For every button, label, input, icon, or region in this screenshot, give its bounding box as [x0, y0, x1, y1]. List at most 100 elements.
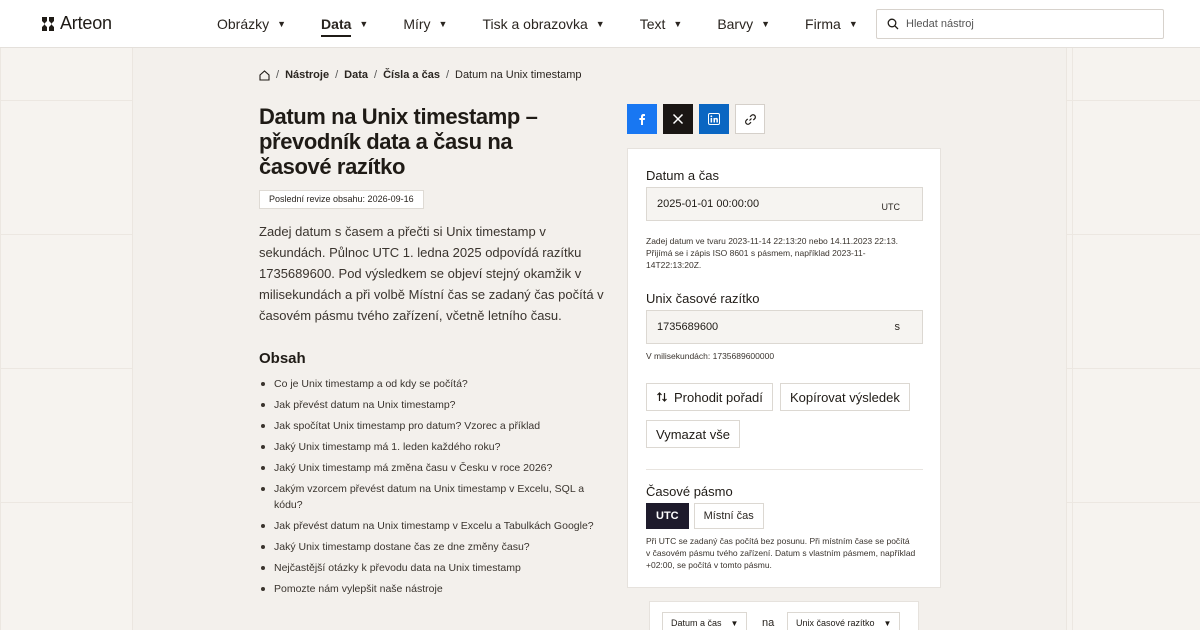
nav-label: Data [321, 16, 352, 37]
breadcrumb-link-nastroje[interactable]: Nástroje [285, 69, 329, 81]
conversion-selector: Datum a čas ▼ na Unix časové razítko ▼ [649, 601, 919, 630]
top-navigation-bar: Arteon Obrázky ▼ Data ▼ Míry ▼ Tisk a obraz… [0, 0, 1200, 48]
from-unit-dropdown[interactable]: Datum a čas ▼ [662, 612, 748, 630]
timezone-label: Časové pásmo [646, 484, 733, 499]
toc-link[interactable]: Jakým vzorcem převést datum na Unix time… [274, 483, 584, 511]
breadcrumb-separator: / [335, 69, 339, 81]
clear-all-button[interactable]: Vymazat vše [646, 420, 740, 448]
nav-item-firma[interactable]: Firma ▼ [805, 0, 858, 48]
caret-down-icon: ▼ [848, 19, 858, 29]
swap-arrows-icon [657, 392, 667, 402]
copy-link-button[interactable] [735, 104, 765, 134]
search-input[interactable] [906, 18, 1146, 30]
timezone-toggle: UTC Místní čas [646, 503, 764, 529]
caret-down-icon: ▼ [883, 618, 892, 628]
revision-badge: Poslední revize obsahu: 2026-09-16 [259, 190, 424, 209]
timestamp-unit: s [894, 321, 901, 333]
datetime-unit: UTC [881, 202, 901, 212]
toc-link[interactable]: Jaký Unix timestamp má 1. leden každého … [274, 441, 500, 453]
timezone-hint: Při UTC se zadaný čas počítá bez posunu.… [646, 536, 916, 570]
divider [646, 469, 923, 470]
share-facebook-button[interactable] [627, 104, 657, 134]
breadcrumb-link-data[interactable]: Data [344, 69, 368, 81]
timezone-local-option[interactable]: Místní čas [693, 503, 764, 529]
caret-down-icon: ▼ [438, 19, 448, 29]
breadcrumb-link-cisla-a-cas[interactable]: Čísla a čas [383, 69, 440, 81]
toc-link[interactable]: Co je Unix timestamp a od kdy se počítá? [274, 378, 468, 390]
to-unit-label: Unix časové razítko [796, 618, 875, 628]
toc-link[interactable]: Jak převést datum na Unix timestamp v Ex… [274, 520, 594, 532]
timestamp-label: Unix časové razítko [646, 291, 760, 306]
share-x-button[interactable] [663, 104, 693, 134]
timestamp-input[interactable] [657, 321, 857, 333]
toc-item: Pomozte nám vylepšit naše nástroje [259, 581, 604, 597]
breadcrumb-separator: / [276, 69, 280, 81]
toc-link[interactable]: Nejčastější otázky k převodu data na Uni… [274, 562, 521, 574]
toc-item: Co je Unix timestamp a od kdy se počítá? [259, 376, 604, 392]
logo-mark-icon [42, 16, 54, 31]
from-unit-label: Datum a čas [671, 618, 722, 628]
nav-label: Firma [805, 16, 841, 32]
nav-item-barvy[interactable]: Barvy ▼ [717, 0, 770, 48]
copy-result-label: Kopírovat výsledek [790, 389, 900, 405]
nav-label: Text [639, 16, 666, 32]
toc-item: Jak převést datum na Unix timestamp? [259, 397, 604, 413]
clear-all-label: Vymazat vše [656, 426, 730, 442]
brand-name: Arteon [60, 13, 112, 33]
breadcrumb-separator: / [445, 69, 449, 81]
datetime-field: UTC [646, 187, 923, 221]
share-buttons [627, 104, 765, 134]
caret-down-icon: ▼ [673, 19, 683, 29]
converter-card: Datum a čas UTC Zadej datum ve tvaru 202… [627, 148, 941, 588]
nav-label: Barvy [717, 16, 754, 32]
breadcrumb-current: Datum na Unix timestamp [455, 69, 582, 81]
nav-item-miry[interactable]: Míry ▼ [403, 0, 447, 48]
to-unit-dropdown[interactable]: Unix časové razítko ▼ [787, 612, 901, 630]
share-linkedin-button[interactable] [699, 104, 729, 134]
toc-link[interactable]: Jak převést datum na Unix timestamp? [274, 399, 456, 411]
toc-link[interactable]: Pomozte nám vylepšit naše nástroje [274, 583, 443, 595]
milliseconds-hint: V milisekundách: 1735689600000 [646, 351, 775, 361]
toc-item: Jaký Unix timestamp má změna času v Česk… [259, 460, 604, 476]
toc-link[interactable]: Jak spočítat Unix timestamp pro datum? V… [274, 420, 540, 432]
connector-text: na [762, 617, 775, 629]
page-title: Datum na Unix timestamp – převodník data… [259, 104, 538, 179]
search-icon [887, 18, 899, 30]
nav-item-data[interactable]: Data ▼ [321, 0, 368, 48]
search-box [876, 9, 1164, 39]
link-icon [744, 113, 756, 125]
toc-link[interactable]: Jaký Unix timestamp dostane čas ze dne z… [274, 541, 530, 553]
swap-order-label: Prohodit pořadí [674, 389, 763, 405]
caret-down-icon: ▼ [595, 19, 605, 29]
toc-title: Obsah [259, 350, 306, 367]
home-icon[interactable] [259, 69, 270, 81]
swap-order-button[interactable]: Prohodit pořadí [646, 383, 773, 411]
breadcrumb: / Nástroje / Data / Čísla a čas / Datum … [259, 69, 582, 81]
toc-item: Jakým vzorcem převést datum na Unix time… [259, 481, 604, 513]
datetime-hint: Zadej datum ve tvaru 2023-11-14 22:13:20… [646, 236, 899, 270]
copy-result-button[interactable]: Kopírovat výsledek [780, 383, 910, 411]
caret-down-icon: ▼ [277, 19, 287, 29]
toc-list: Co je Unix timestamp a od kdy se počítá?… [259, 376, 604, 602]
breadcrumb-separator: / [374, 69, 378, 81]
datetime-label: Datum a čas [646, 168, 719, 183]
main-nav: Obrázky ▼ Data ▼ Míry ▼ Tisk a obrazovka ▼ T… [217, 0, 893, 48]
nav-label: Míry [403, 16, 431, 32]
nav-item-text[interactable]: Text ▼ [640, 0, 683, 48]
toc-item: Jak spočítat Unix timestamp pro datum? V… [259, 418, 604, 434]
brand-logo[interactable]: Arteon [40, 13, 112, 34]
linkedin-icon [708, 113, 720, 125]
caret-down-icon: ▼ [761, 19, 771, 29]
timestamp-field: s [646, 310, 923, 344]
toc-item: Jak převést datum na Unix timestamp v Ex… [259, 518, 604, 534]
nav-label: Tisk a obrazovka [482, 16, 588, 32]
nav-label: Obrázky [217, 16, 270, 32]
toc-link[interactable]: Jaký Unix timestamp má změna času v Česk… [274, 462, 552, 474]
facebook-icon [639, 114, 645, 125]
caret-down-icon: ▼ [359, 19, 369, 29]
datetime-input[interactable] [657, 198, 857, 210]
nav-item-obrazky[interactable]: Obrázky ▼ [217, 0, 286, 48]
nav-item-tisk[interactable]: Tisk a obrazovka ▼ [482, 0, 604, 48]
toc-item: Nejčastější otázky k převodu data na Uni… [259, 560, 604, 576]
timezone-utc-option[interactable]: UTC [646, 503, 689, 529]
